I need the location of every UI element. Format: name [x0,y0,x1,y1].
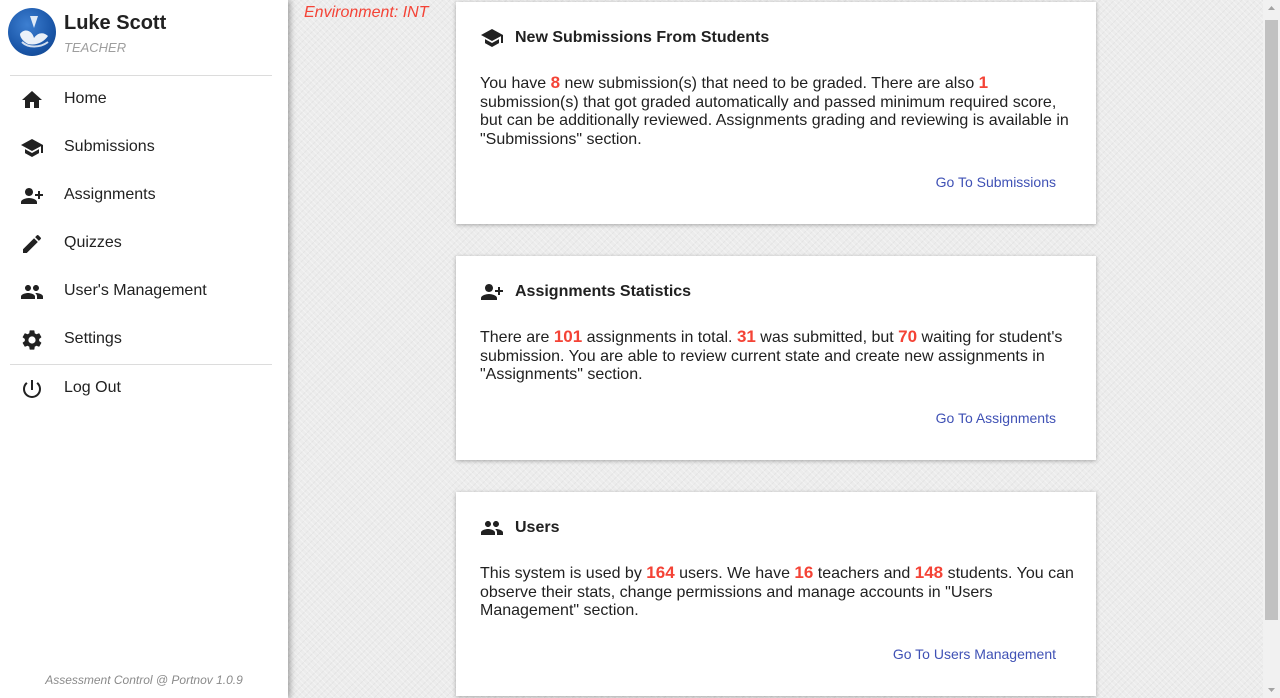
submitted-count: 31 [736,327,756,346]
people-icon [481,521,503,535]
logo-icon [20,16,49,48]
nav-item-quizzes[interactable]: Quizzes [0,220,288,268]
users-card: Users This system is used by 164 users. … [456,492,1096,696]
user-profile: Luke Scott TEACHER [8,8,272,68]
text-segment: was submitted, but [755,329,899,346]
nav-item-label: Log Out [64,379,121,396]
people-icon [21,285,43,299]
new-submissions-count: 8 [550,73,561,92]
text-segment: submission(s) that got graded automatica… [480,93,1069,148]
card-description: You have 8 new submission(s) that need t… [480,73,1080,149]
school-icon [481,29,503,47]
nav-item-label: Assignments [64,186,156,203]
user-name: Luke Scott [64,12,167,34]
pencil-icon [23,234,42,253]
nav-item-assignments[interactable]: Assignments [0,172,288,220]
submissions-card: New Submissions From Students You have 8… [456,2,1096,224]
nav-item-label: User's Management [64,282,207,299]
nav-item-users-management[interactable]: User's Management [0,268,288,316]
text-segment: users. We have [674,565,795,582]
go-to-submissions-link[interactable]: Go To Submissions [936,174,1056,190]
go-to-assignments-link[interactable]: Go To Assignments [936,410,1056,426]
total-assignments-count: 101 [553,327,583,346]
avatar [8,8,56,56]
school-icon [21,139,43,157]
person-add-icon [481,284,503,300]
text-segment: assignments in total. [582,329,737,346]
nav-item-settings[interactable]: Settings [0,316,288,364]
power-icon [22,380,41,398]
go-to-users-management-link[interactable]: Go To Users Management [893,646,1056,662]
scroll-up-arrow-icon[interactable] [1263,0,1280,17]
scroll-down-arrow-icon[interactable] [1263,681,1280,698]
person-add-icon [21,188,43,204]
card-title: Assignments Statistics [515,283,692,300]
environment-label: Environment: INT [304,4,429,21]
user-role: TEACHER [64,40,127,55]
total-users-count: 164 [646,563,675,582]
text-segment: teachers and [813,565,915,582]
nav-item-home[interactable]: Home [0,76,288,124]
app-version-footer: Assessment Control @ Portnov 1.0.9 [45,673,243,687]
card-title: New Submissions From Students [515,29,770,46]
text-segment: This system is used by [480,565,647,582]
students-count: 148 [914,563,944,582]
nav-item-label: Home [64,90,107,107]
sidebar: Luke Scott TEACHER Home Submissions Assi… [0,0,288,698]
text-segment: new submission(s) that need to be graded… [560,75,979,92]
nav-item-logout[interactable]: Log Out [0,365,288,413]
home-icon [22,91,42,108]
card-title: Users [515,519,560,536]
auto-graded-count: 1 [978,73,989,92]
nav-item-label: Quizzes [64,234,122,251]
card-description: There are 101 assignments in total. 31 w… [480,327,1080,385]
text-segment: There are [480,329,554,346]
nav-item-label: Submissions [64,138,155,155]
teachers-count: 16 [794,563,814,582]
assignments-card: Assignments Statistics There are 101 ass… [456,256,1096,460]
scrollbar-thumb[interactable] [1265,20,1278,620]
waiting-count: 70 [898,327,918,346]
nav-item-label: Settings [64,330,122,347]
gear-icon [22,330,42,350]
vertical-scrollbar[interactable] [1263,0,1280,698]
text-segment: You have [480,75,551,92]
nav-item-submissions[interactable]: Submissions [0,124,288,172]
card-description: This system is used by 164 users. We hav… [480,563,1080,621]
